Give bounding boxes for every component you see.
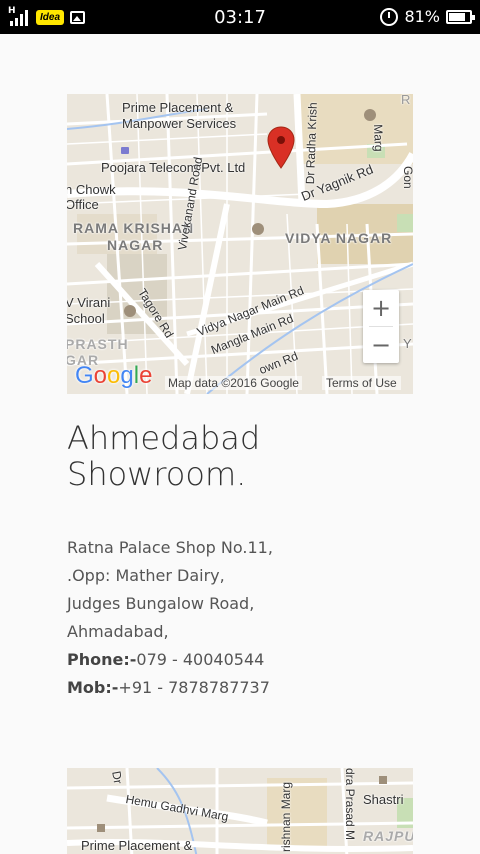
map2-label-prasad: dra Prasad M [343, 768, 357, 841]
phone-row[interactable]: Phone:-079 - 40040544 [67, 646, 447, 674]
address-line: Judges Bungalow Road, [67, 594, 255, 613]
map-label-r: R [401, 94, 411, 107]
title-line-1: Ahmedabad [67, 419, 261, 457]
phone-number[interactable]: 079 - 40040544 [136, 650, 264, 669]
poi-icon [121, 147, 129, 154]
school-icon-2 [124, 305, 136, 317]
map-label-rama: RAMA KRISHAN [73, 220, 195, 236]
address-line: .Opp: Mather Dairy, [67, 566, 225, 585]
poi-icon-3 [379, 776, 387, 784]
temple-icon [252, 223, 264, 235]
address-line: Ahmadabad, [67, 622, 169, 641]
battery-icon [446, 9, 475, 24]
map-label-school: School [67, 311, 105, 326]
google-logo: Google [75, 362, 153, 389]
map-label-prime: Prime Placement & [122, 100, 234, 115]
mobile-label: Mob:- [67, 678, 119, 697]
showroom-address: Ratna Palace Shop No.11, .Opp: Mather Da… [67, 534, 447, 702]
map-label-radha: Dr Radha Krish [303, 102, 320, 185]
battery-percent: 81% [404, 7, 440, 26]
status-bar: H Idea 03:17 81% [0, 0, 480, 34]
map-label-poojara: Poojara Telecom Pvt. Ltd [101, 160, 246, 175]
zoom-controls: + − [363, 290, 399, 363]
map-label-nchowk: n Chowk [67, 182, 116, 197]
address-line: Ratna Palace Shop No.11, [67, 538, 273, 557]
showroom-map[interactable]: Prime Placement & Manpower Services Pooj… [67, 94, 413, 394]
mobile-row[interactable]: Mob:-+91 - 7878787737 [67, 674, 447, 702]
map2-label-prime: Prime Placement & [81, 838, 193, 853]
map-label-y: Y [403, 336, 412, 351]
map-label-manpower: Manpower Services [122, 116, 237, 131]
zoom-out-button[interactable]: − [363, 327, 399, 363]
location-marker-icon[interactable] [266, 126, 296, 170]
battery-fill [449, 12, 466, 21]
showroom-title: Ahmedabad Showroom. [67, 420, 447, 492]
map-label-virani: V Virani [67, 295, 111, 310]
status-right: 81% [380, 7, 475, 26]
map2-label-rajpu: RAJPU [363, 828, 413, 844]
map2-label-dr: Dr [109, 770, 126, 785]
map-label-nagar: NAGAR [107, 237, 164, 253]
map-footer: Google Map data ©2016 Google Terms of Us… [67, 362, 413, 394]
map-label-gon: Gon [401, 166, 413, 189]
map-attribution: Map data ©2016 Google [165, 376, 302, 390]
map-label-marg: Marg [371, 124, 386, 152]
map2-label-shastri: Shastri [363, 792, 404, 807]
school-icon [364, 109, 376, 121]
terms-link[interactable]: Terms of Use [322, 376, 401, 390]
title-line-2: Showroom. [67, 455, 247, 493]
phone-label: Phone:- [67, 650, 137, 669]
map2-label-krishnan: rishnan Marg [279, 781, 293, 852]
map-label-office: Office [67, 197, 99, 212]
zoom-in-button[interactable]: + [363, 290, 399, 326]
second-showroom-map[interactable]: Dr Hemu Gadhvi Marg rishnan Marg dra Pra… [67, 768, 413, 854]
mobile-number[interactable]: +91 - 7878787737 [118, 678, 270, 697]
alarm-icon [380, 7, 399, 26]
map-label-prasth: PRASTH [67, 336, 129, 352]
poi-icon-2 [97, 824, 105, 832]
map-label-vidya-nagar: VIDYA NAGAR [285, 230, 393, 246]
